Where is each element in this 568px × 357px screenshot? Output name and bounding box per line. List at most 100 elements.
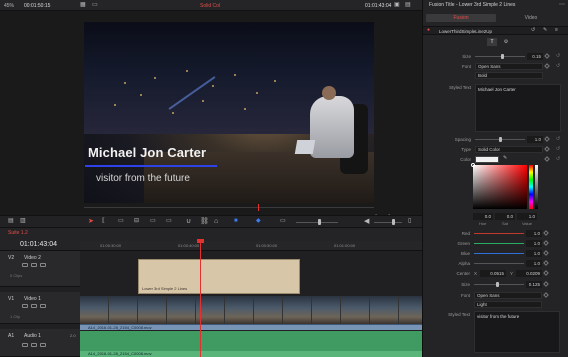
hsv-values: 0.0 0.0 1.0 Hue Sat Value [473,213,539,226]
tab-fusion[interactable]: Fusion [426,14,496,22]
keyframe-icon[interactable] [544,146,550,152]
track-header-video-2[interactable]: V2 Video 2 0 Clips [0,251,80,287]
type-dropdown[interactable]: Solid Color [475,146,543,153]
clip-label: A14_2016-01-28_2154_C0008.mov [88,351,152,356]
fullscreen-icon[interactable]: ▣ [394,2,400,8]
alpha-slider[interactable] [535,165,538,209]
lower-third-name[interactable]: Michael Jon Carter [88,145,206,160]
keyframe-icon[interactable] [544,63,550,69]
position-lock-icon[interactable]: ⌂ [214,218,218,225]
zoom-dropdown[interactable]: 45% [4,3,14,9]
viewer-scrubber[interactable] [0,204,422,212]
overwrite-clip-icon[interactable]: ▭ [166,218,172,224]
settings-tab-icon[interactable]: ⚙ [501,38,511,46]
hue-label: Hue [479,221,487,226]
trim-tool-icon[interactable]: ⟦ [102,218,105,224]
reset-icon[interactable]: ↺ [556,156,560,162]
keyframe-icon[interactable] [544,136,550,142]
value-value[interactable]: 1.0 [517,213,537,220]
timeline-ruler[interactable]: 01:00:30:00 01:00:40:00 01:00:50:00 01:0… [80,241,422,251]
size-value[interactable]: 0.15 [527,53,543,60]
view-options-icon[interactable]: ▤ [405,2,411,8]
sat-value[interactable]: 0.0 [495,213,515,220]
clip-label: Lower 3rd Simple 2 Lines [142,286,188,291]
video-clip-thumbnails[interactable] [80,296,422,326]
track-name: Audio 1 [24,333,41,339]
keyframe-icon[interactable] [544,53,550,59]
color-picker-field[interactable] [471,163,527,209]
track-id: A1 [8,333,15,339]
timeline-playhead[interactable] [197,239,204,357]
insert-clip-icon[interactable]: ▭ [150,218,156,224]
timeline-zoom-slider[interactable] [296,222,338,223]
layer-row[interactable]: ● LowerThirdSimpleLine2Up ↺ ✎ ≡ [423,26,568,35]
param-label: Spacing [454,137,471,142]
inspector-options-icon[interactable]: ⋯ [559,2,565,8]
scrubber-playhead[interactable] [258,204,259,211]
speaker-icon[interactable]: ◀ [364,218,369,225]
reset-icon[interactable]: ↺ [556,63,560,69]
track-controls[interactable] [22,343,49,349]
reset-layer-icon[interactable]: ↺ [531,28,535,33]
marker-icon[interactable]: ◆ [256,218,261,224]
timeline-zoom-knob[interactable] [318,219,321,225]
title-clip[interactable]: Lower 3rd Simple 2 Lines [138,259,300,294]
color-picker-cursor[interactable] [471,163,475,167]
track-controls[interactable] [22,263,49,269]
ruler-tick: 01:00:50:00 [256,243,278,248]
layer-menu-icon[interactable]: ≡ [555,28,558,33]
volume-knob[interactable] [392,219,395,225]
reset-icon[interactable]: ↺ [556,136,560,142]
value-label: Value [522,221,532,226]
audio-clip-waveform[interactable] [80,331,422,351]
param-font-style: Bold [423,72,568,80]
size-slider[interactable] [475,56,525,57]
font-style-dropdown[interactable]: Bold [475,72,543,79]
video-clip[interactable]: A14_2016-01-28_2154_C0008.mov [80,324,422,330]
reset-icon[interactable]: ↺ [556,146,560,152]
audio-meter-icon[interactable]: ▯ [408,218,411,224]
spacing-slider-knob[interactable] [499,137,502,142]
lower-third-subtitle[interactable]: visitor from the future [96,173,190,184]
snapping-icon[interactable]: ∪ [186,218,191,225]
timeline-options-icon[interactable]: ▤ [8,218,14,224]
track-header-audio-1[interactable]: A1 Audio 1 2.0 [0,329,80,357]
styled-text-input[interactable]: Michael Jon Carter [475,84,561,132]
timeline-name[interactable]: Solid Col [200,3,220,9]
link-icon[interactable]: ⛓ [200,218,209,225]
dynamic-trim-icon[interactable]: ▭ [118,218,124,224]
param-type: Type Solid Color ↺ [423,146,568,154]
text-tab-icon[interactable]: T [487,38,497,46]
font-dropdown[interactable]: Open Sans [475,63,543,70]
volume-slider[interactable] [374,222,402,223]
display-icon[interactable]: ▭ [92,2,98,8]
track-header-video-1[interactable]: V1 Video 1 1 Clip [0,292,80,324]
layer-toggle-icon[interactable]: ● [427,28,430,33]
timeline[interactable]: Suite 1.2 01:01:43:04 01:00:30:00 01:00:… [0,228,422,357]
tab-video[interactable]: Video [496,14,566,22]
zoom-full-icon[interactable]: ▭ [280,218,286,224]
edit-layer-icon[interactable]: ✎ [543,28,547,33]
reset-icon[interactable]: ↺ [556,53,560,59]
timeline-view-icon[interactable]: ▥ [20,218,26,224]
hue-slider[interactable] [529,165,533,209]
source-timecode: 00:01:50:15 [24,3,51,9]
track-id: V1 [8,296,15,302]
hue-value[interactable]: 0.0 [473,213,493,220]
blade-tool-icon[interactable]: ⊟ [134,218,139,224]
flag-icon[interactable]: ■ [234,218,238,224]
inspector-tabs: Fusion Video [426,14,566,22]
audio-clip[interactable]: A14_2016-01-28_2154_C0008.mov [80,351,422,357]
keyframe-icon[interactable] [544,156,550,162]
layout-icon[interactable]: ▦ [80,2,86,8]
timeline-tab[interactable]: Suite 1.2 [8,230,28,236]
track-controls[interactable] [22,304,49,310]
size-slider-knob[interactable] [501,54,505,59]
viewer[interactable]: Michael Jon Carter visitor from the futu… [0,11,422,222]
spacing-value[interactable]: 1.0 [527,136,543,143]
track-name: Video 2 [24,255,41,261]
clip-label: A14_2016-01-28_2154_C0008.mov [88,325,152,330]
eyedropper-icon[interactable]: ✎ [503,156,507,161]
selection-tool-icon[interactable]: ➤ [88,218,94,225]
color-swatch[interactable] [475,156,499,163]
